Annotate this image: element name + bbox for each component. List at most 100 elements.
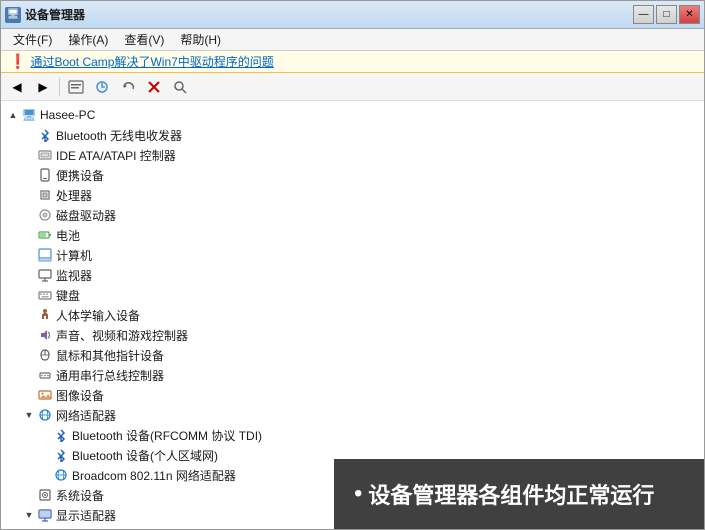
icon-network: [37, 407, 53, 423]
back-button[interactable]: ◀: [5, 76, 29, 98]
label-network: 网络适配器: [56, 407, 116, 424]
notification-icon: ❗: [9, 53, 26, 70]
icon-portable: [37, 167, 53, 183]
label-battery: 电池: [56, 227, 80, 244]
expand-icon-serial: [21, 367, 37, 383]
rollback-button[interactable]: [116, 76, 140, 98]
icon-nvidia: nV: [53, 527, 69, 529]
expand-icon-human: [21, 307, 37, 323]
label-computer: Hasee-PC: [40, 108, 95, 122]
menu-help[interactable]: 帮助(H): [172, 29, 229, 50]
expand-icon-system: [21, 487, 37, 503]
title-bar: 🖥 设备管理器 — □ ✕: [1, 1, 704, 29]
label-system: 系统设备: [56, 487, 104, 504]
menu-action[interactable]: 操作(A): [60, 29, 116, 50]
tree-item-disk[interactable]: 磁盘驱动器: [1, 205, 704, 225]
notification-link[interactable]: 通过Boot Camp解决了Win7中驱动程序的问题: [30, 55, 273, 69]
label-disk: 磁盘驱动器: [56, 207, 116, 224]
label-bt-pan: Bluetooth 设备(个人区域网): [72, 447, 218, 464]
icon-monitor: [37, 267, 53, 283]
label-human: 人体学输入设备: [56, 307, 140, 324]
expand-icon-bluetooth: [21, 127, 37, 143]
icon-bluetooth: [37, 127, 53, 143]
menu-bar: 文件(F) 操作(A) 查看(V) 帮助(H): [1, 29, 704, 51]
notification-bar: ❗ 通过Boot Camp解决了Win7中驱动程序的问题: [1, 51, 704, 73]
expand-icon-mouse: [21, 347, 37, 363]
icon-disk: [37, 207, 53, 223]
window-icon: 🖥: [5, 7, 21, 23]
tree-item-bt-rfcomm[interactable]: Bluetooth 设备(RFCOMM 协议 TDI): [1, 425, 704, 445]
menu-file[interactable]: 文件(F): [5, 29, 60, 50]
tree-item-network[interactable]: ▼ 网络适配器: [1, 405, 704, 425]
expand-icon-calc: [21, 247, 37, 263]
icon-display: [37, 507, 53, 523]
expand-icon-disk: [21, 207, 37, 223]
tree-item-image[interactable]: 图像设备: [1, 385, 704, 405]
icon-keyboard: [37, 287, 53, 303]
icon-calc: [37, 247, 53, 263]
icon-serial: [37, 367, 53, 383]
expand-icon-portable: [21, 167, 37, 183]
icon-human: [37, 307, 53, 323]
uninstall-button[interactable]: [142, 76, 166, 98]
main-content: ▲ 🖥 Hasee-PC Bluetooth 无线电收发器 IDE ATA/AT…: [1, 101, 704, 529]
expand-icon-keyboard: [21, 287, 37, 303]
update-button[interactable]: [90, 76, 114, 98]
overlay-text: 设备管理器各组件均正常运行: [368, 478, 654, 510]
device-manager-window: 🖥 设备管理器 — □ ✕ 文件(F) 操作(A) 查看(V) 帮助(H) ❗ …: [0, 0, 705, 530]
icon-bt-pan: [53, 447, 69, 463]
icon-cpu: [37, 187, 53, 203]
expand-icon-nvidia: [37, 527, 53, 529]
expand-icon-audio: [21, 327, 37, 343]
expand-icon-bt-pan: [37, 447, 53, 463]
expand-icon-broadcom: [37, 467, 53, 483]
icon-mouse: [37, 347, 53, 363]
tree-item-monitor[interactable]: 监视器: [1, 265, 704, 285]
forward-button[interactable]: ▶: [31, 76, 55, 98]
tree-item-keyboard[interactable]: 键盘: [1, 285, 704, 305]
icon-audio: [37, 327, 53, 343]
tree-item-serial[interactable]: 通用串行总线控制器: [1, 365, 704, 385]
icon-image: [37, 387, 53, 403]
window-title: 设备管理器: [25, 6, 85, 23]
label-keyboard: 键盘: [56, 287, 80, 304]
title-bar-left: 🖥 设备管理器: [5, 6, 85, 23]
label-cpu: 处理器: [56, 187, 92, 204]
tree-item-bluetooth[interactable]: Bluetooth 无线电收发器: [1, 125, 704, 145]
close-button[interactable]: ✕: [679, 5, 700, 24]
icon-computer: 🖥: [21, 107, 37, 123]
label-display: 显示适配器: [56, 507, 116, 524]
expand-icon-display: ▼: [21, 507, 37, 523]
scan-button[interactable]: [168, 76, 192, 98]
tree-item-ide[interactable]: IDE ATA/ATAPI 控制器: [1, 145, 704, 165]
tree-item-audio[interactable]: 声音、视频和游戏控制器: [1, 325, 704, 345]
tree-item-cpu[interactable]: 处理器: [1, 185, 704, 205]
icon-battery: [37, 227, 53, 243]
label-image: 图像设备: [56, 387, 104, 404]
tree-item-human[interactable]: 人体学输入设备: [1, 305, 704, 325]
label-bt-rfcomm: Bluetooth 设备(RFCOMM 协议 TDI): [72, 427, 262, 444]
status-overlay: • 设备管理器各组件均正常运行: [334, 459, 704, 529]
icon-ide: [37, 147, 53, 163]
expand-icon-ide: [21, 147, 37, 163]
tree-item-mouse[interactable]: 鼠标和其他指针设备: [1, 345, 704, 365]
expand-icon-network: ▼: [21, 407, 37, 423]
tree-item-calc[interactable]: 计算机: [1, 245, 704, 265]
expand-icon-cpu: [21, 187, 37, 203]
label-portable: 便携设备: [56, 167, 104, 184]
expand-icon-battery: [21, 227, 37, 243]
label-serial: 通用串行总线控制器: [56, 367, 164, 384]
label-monitor: 监视器: [56, 267, 92, 284]
label-nvidia: NVIDIA GeForce 320M: [72, 528, 195, 529]
overlay-bullet: •: [354, 480, 362, 508]
tree-item-battery[interactable]: 电池: [1, 225, 704, 245]
tree-item-portable[interactable]: 便携设备: [1, 165, 704, 185]
menu-view[interactable]: 查看(V): [116, 29, 172, 50]
properties-button[interactable]: [64, 76, 88, 98]
minimize-button[interactable]: —: [633, 5, 654, 24]
label-audio: 声音、视频和游戏控制器: [56, 327, 188, 344]
maximize-button[interactable]: □: [656, 5, 677, 24]
label-bluetooth: Bluetooth 无线电收发器: [56, 127, 182, 144]
label-mouse: 鼠标和其他指针设备: [56, 347, 164, 364]
tree-item-computer[interactable]: ▲ 🖥 Hasee-PC: [1, 105, 704, 125]
